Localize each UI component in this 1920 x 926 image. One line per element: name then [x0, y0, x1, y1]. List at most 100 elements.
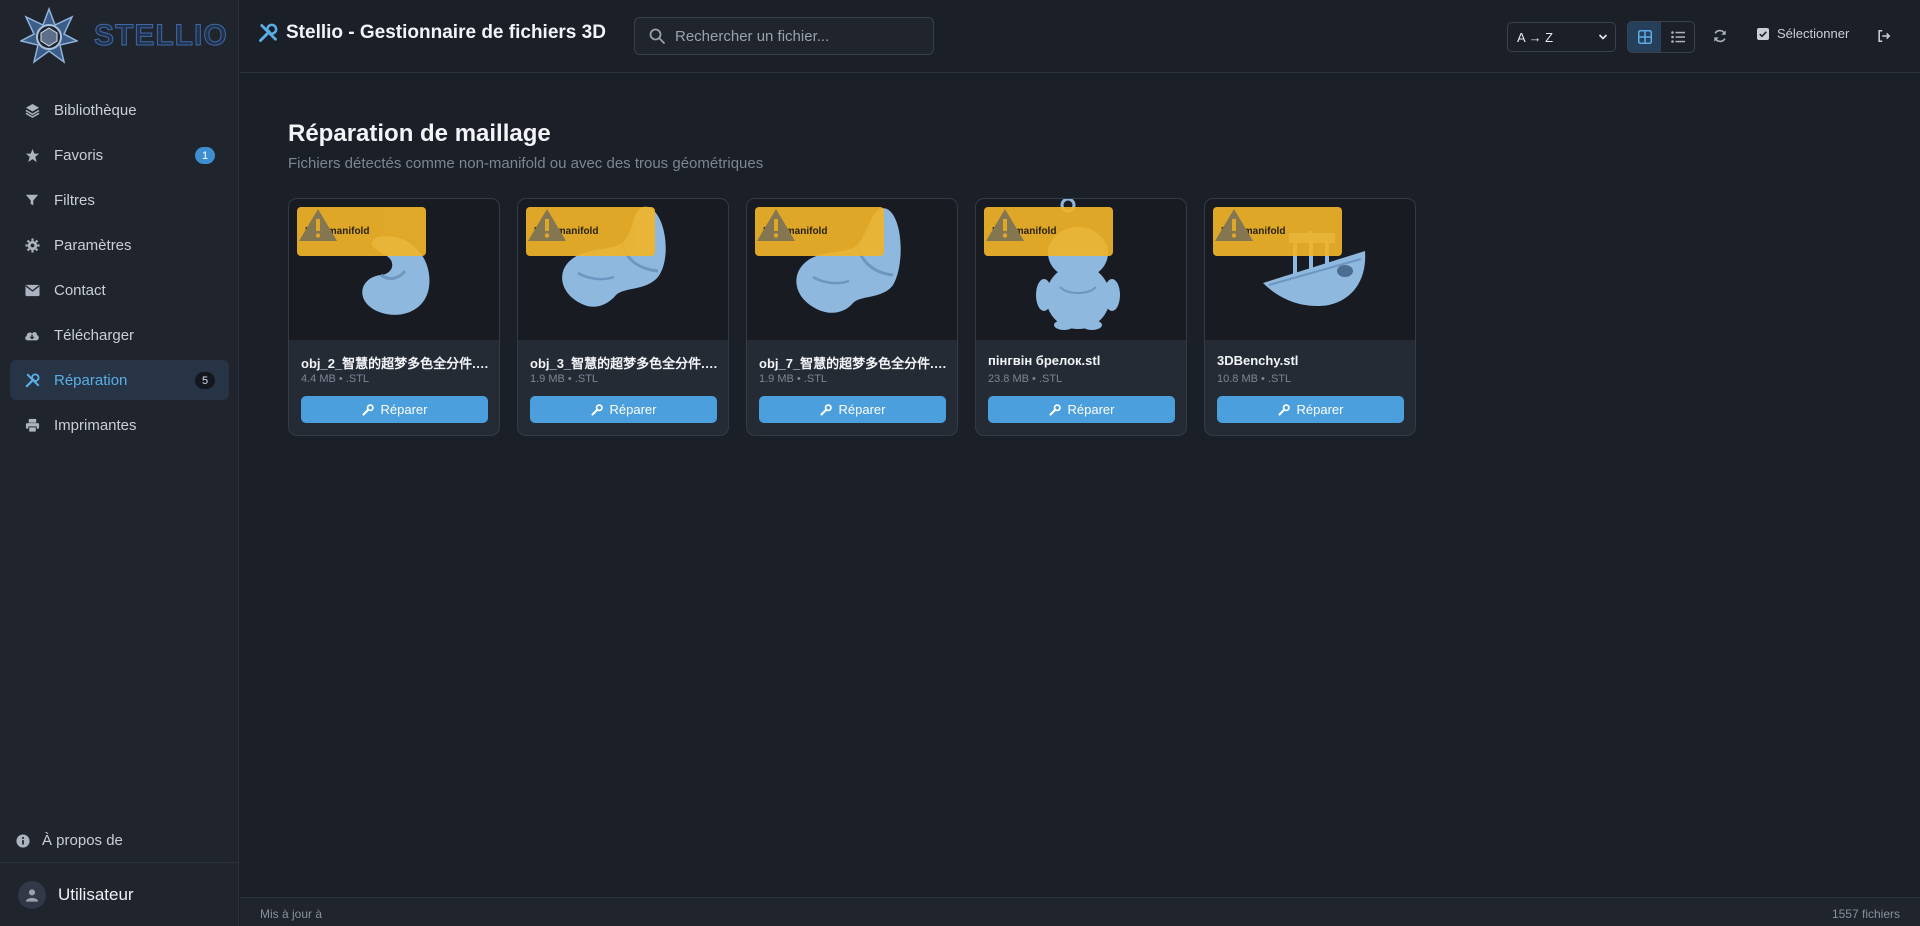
- last-updated-text: Mis à jour à: [260, 907, 323, 921]
- warning-triangle-icon: [757, 209, 795, 241]
- user-icon: [25, 888, 39, 902]
- non-manifold-warning: Non-manifold: [297, 207, 426, 256]
- repair-button-label: Réparer: [838, 402, 886, 417]
- avatar: [18, 880, 46, 909]
- sidebar-item-bibliotheque[interactable]: Bibliothèque: [10, 90, 229, 130]
- gear-icon: [24, 237, 40, 253]
- sidebar-item-label: Réparation: [54, 371, 128, 389]
- file-card[interactable]: Non-manifold obj_2_智慧的超梦多色全分件.stl 4.4 MB…: [288, 198, 500, 436]
- model-thumbnail: Non-manifold: [289, 199, 499, 340]
- tools-icon: [259, 23, 278, 42]
- top-header: Stellio - Gestionnaire de fichiers 3D A …: [240, 0, 1920, 73]
- sidebar-nav: Bibliothèque Favoris 1 Filtres Paramètre…: [10, 90, 229, 450]
- file-name: obj_3_智慧的超梦多色全分件.stl: [530, 356, 718, 371]
- repair-count-badge: 5: [195, 372, 215, 389]
- non-manifold-warning: Non-manifold: [755, 207, 884, 256]
- grid-icon: [1637, 30, 1652, 44]
- sidebar-item-label: Imprimantes: [54, 416, 137, 434]
- search-icon: [649, 28, 665, 44]
- sidebar-item-reparation[interactable]: Réparation 5: [10, 360, 229, 400]
- about-link[interactable]: À propos de: [16, 832, 123, 849]
- user-name: Utilisateur: [58, 884, 134, 904]
- repair-button[interactable]: Réparer: [301, 396, 488, 423]
- file-name: 3DBenchy.stl: [1217, 353, 1299, 368]
- sidebar-item-telecharger[interactable]: Télécharger: [10, 315, 229, 355]
- logout-icon: [1878, 29, 1891, 43]
- app-logo[interactable]: STELLIO: [20, 6, 230, 66]
- sidebar-item-label: Contact: [54, 281, 106, 299]
- repair-button-label: Réparer: [609, 402, 657, 417]
- layers-icon: [24, 102, 40, 118]
- file-meta: 1.9 MB • .STL: [759, 373, 828, 385]
- repair-file-grid: Non-manifold obj_2_智慧的超梦多色全分件.stl 4.4 MB…: [288, 198, 1416, 436]
- envelope-icon: [24, 282, 40, 298]
- tools-icon: [24, 372, 40, 388]
- sidebar-item-filtres[interactable]: Filtres: [10, 180, 229, 220]
- file-meta: 4.4 MB • .STL: [301, 373, 370, 385]
- file-card[interactable]: Non-manifold obj_7_智慧的超梦多色全分件.stl 1.9 MB…: [746, 198, 958, 436]
- file-count: 1557 fichiers: [1831, 907, 1900, 921]
- select-label: Sélectionner: [1777, 26, 1850, 41]
- sidebar-item-favoris[interactable]: Favoris 1: [10, 135, 229, 175]
- sidebar-item-label: Paramètres: [54, 236, 132, 254]
- non-manifold-warning: Non-manifold: [526, 207, 655, 256]
- model-thumbnail: Non-manifold: [518, 199, 728, 340]
- model-thumbnail: Non-manifold: [747, 199, 957, 340]
- section-title: Réparation de maillage: [288, 120, 551, 147]
- status-bar: Mis à jour à 1557 fichiers: [240, 897, 1920, 926]
- warning-triangle-icon: [299, 209, 337, 241]
- sidebar: STELLIO Bibliothèque Favoris 1 Filtres P…: [0, 0, 239, 926]
- view-toggle: [1627, 21, 1695, 53]
- search-box[interactable]: [634, 17, 934, 55]
- file-meta: 10.8 MB • .STL: [1217, 373, 1292, 385]
- wrench-icon: [1048, 403, 1061, 416]
- select-mode-button[interactable]: Sélectionner: [1757, 26, 1849, 41]
- file-card[interactable]: Non-manifold пінгвін брелок.stl 23.8 MB …: [975, 198, 1187, 436]
- repair-button[interactable]: Réparer: [1217, 396, 1404, 423]
- section-subtitle: Fichiers détectés comme non-manifold ou …: [288, 155, 764, 172]
- file-meta: 1.9 MB • .STL: [530, 373, 599, 385]
- sidebar-item-label: Filtres: [54, 191, 95, 209]
- repair-button[interactable]: Réparer: [530, 396, 717, 423]
- favorites-count-badge: 1: [195, 147, 215, 164]
- warning-triangle-icon: [986, 209, 1024, 241]
- star-icon: [24, 147, 40, 163]
- warning-triangle-icon: [1215, 209, 1253, 241]
- file-name: obj_7_智慧的超梦多色全分件.stl: [759, 356, 947, 371]
- refresh-button[interactable]: [1710, 26, 1730, 46]
- model-thumbnail: Non-manifold: [1205, 199, 1415, 340]
- chevron-down-icon: [1598, 34, 1608, 40]
- sidebar-item-parametres[interactable]: Paramètres: [10, 225, 229, 265]
- warning-triangle-icon: [528, 209, 566, 241]
- logo-wordmark: STELLIO: [94, 19, 228, 53]
- file-card[interactable]: Non-manifold 3DBenchy.stl 10.8 MB • .STL…: [1204, 198, 1416, 436]
- user-menu[interactable]: Utilisateur: [0, 862, 239, 926]
- list-icon: [1670, 31, 1685, 43]
- search-input[interactable]: [675, 27, 915, 45]
- grid-view-button[interactable]: [1628, 22, 1661, 52]
- repair-button-label: Réparer: [1067, 402, 1115, 417]
- printer-icon: [24, 417, 40, 433]
- non-manifold-warning: Non-manifold: [984, 207, 1113, 256]
- refresh-icon: [1714, 29, 1726, 43]
- sidebar-item-contact[interactable]: Contact: [10, 270, 229, 310]
- checkbox-icon: [1757, 27, 1769, 40]
- file-card[interactable]: Non-manifold obj_3_智慧的超梦多色全分件.stl 1.9 MB…: [517, 198, 729, 436]
- about-label: À propos de: [42, 832, 123, 849]
- repair-button-label: Réparer: [1296, 402, 1344, 417]
- file-meta: 23.8 MB • .STL: [988, 373, 1063, 385]
- wrench-icon: [590, 403, 603, 416]
- app-title-text: Stellio - Gestionnaire de fichiers 3D: [286, 22, 606, 43]
- sidebar-item-imprimantes[interactable]: Imprimantes: [10, 405, 229, 445]
- filter-icon: [24, 192, 40, 208]
- sort-value: A → Z: [1517, 29, 1554, 45]
- list-view-button[interactable]: [1661, 22, 1694, 52]
- sidebar-item-label: Favoris: [54, 146, 104, 164]
- sort-select[interactable]: A → Z: [1507, 22, 1616, 52]
- sidebar-item-label: Bibliothèque: [54, 101, 137, 119]
- repair-button-label: Réparer: [380, 402, 428, 417]
- repair-button[interactable]: Réparer: [759, 396, 946, 423]
- stellio-logo-icon: [20, 7, 78, 64]
- logout-button[interactable]: [1874, 26, 1894, 46]
- repair-button[interactable]: Réparer: [988, 396, 1175, 423]
